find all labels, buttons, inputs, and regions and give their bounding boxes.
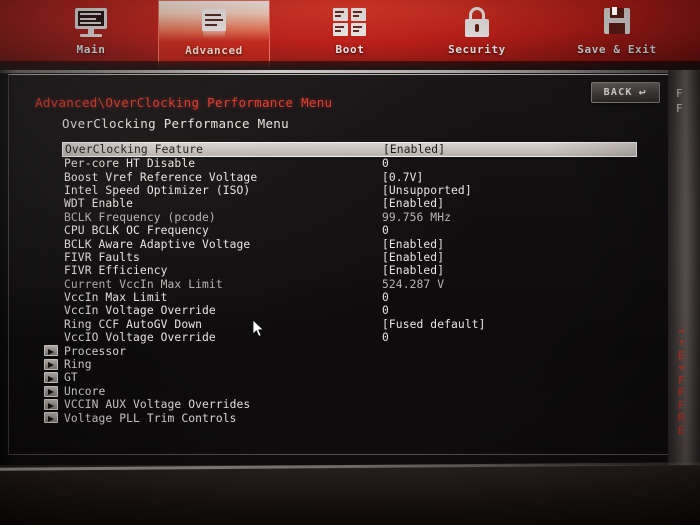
option-label: VCCIN AUX Voltage Overrides — [64, 398, 251, 412]
breadcrumb: Advanced\OverClocking Performance Menu — [35, 95, 333, 110]
monitor-bezel — [0, 465, 700, 525]
tiles-icon — [330, 6, 370, 40]
option-value[interactable]: [Enabled] — [382, 264, 444, 277]
option-list: OverClocking Feature [Enabled] Per-core HT… — [44, 142, 637, 425]
mouse-cursor — [253, 320, 265, 337]
option-label: BCLK Frequency (pcode) — [64, 210, 216, 224]
chipcard-icon — [194, 7, 234, 41]
option-value[interactable]: 0 — [382, 157, 389, 170]
option-value[interactable]: [Enabled] — [382, 238, 444, 251]
option-value[interactable]: [Fused default] — [382, 318, 486, 331]
tab-advanced[interactable]: Advanced — [158, 0, 270, 70]
option-row[interactable]: Ring CCF AutoGV Down [Fused default] — [62, 318, 637, 331]
bios-tab-bar: Main Advanced Boot Security Save & Exit — [0, 0, 700, 70]
tab-save-exit[interactable]: Save & Exit — [558, 0, 676, 70]
tab-main-label: Main — [76, 43, 106, 56]
option-label: Current VccIn Max Limit — [64, 277, 223, 291]
option-label: OverClocking Feature — [65, 143, 204, 156]
option-label: Boost Vref Reference Voltage — [64, 170, 258, 184]
submenu-row[interactable]: GT — [44, 371, 637, 385]
padlock-icon — [457, 6, 497, 40]
submenu-arrow-icon — [44, 358, 58, 370]
help-panel: F F → ↑ E + F F F R E — [668, 70, 700, 465]
option-value[interactable]: 0 — [382, 304, 389, 317]
option-row[interactable]: WDT Enable [Enabled] — [62, 197, 637, 210]
submenu-row[interactable]: Uncore — [44, 384, 637, 398]
option-value[interactable]: [Enabled] — [382, 197, 444, 210]
option-row[interactable]: Current VccIn Max Limit 524.287 V — [62, 278, 637, 291]
help-description: F F — [676, 87, 683, 115]
option-label: VccIn Voltage Override — [64, 304, 216, 318]
option-label: Ring CCF AutoGV Down — [64, 317, 203, 331]
tab-security-label: Security — [448, 43, 506, 56]
option-label: Uncore — [64, 384, 106, 398]
option-value[interactable]: 524.287 V — [382, 278, 444, 291]
option-row[interactable]: FIVR Faults [Enabled] — [62, 251, 637, 264]
floppy-icon — [597, 6, 637, 40]
option-value[interactable]: [0.7V] — [382, 171, 423, 184]
back-button[interactable]: BACK ↩ — [590, 82, 660, 103]
option-row[interactable]: VccIn Voltage Override 0 — [62, 304, 637, 317]
option-label: BCLK Aware Adaptive Voltage — [64, 237, 251, 251]
option-row[interactable]: CPU BCLK OC Frequency 0 — [62, 224, 637, 237]
option-value[interactable]: 99.756 MHz — [382, 211, 451, 224]
option-row[interactable]: Boost Vref Reference Voltage [0.7V] — [62, 170, 637, 184]
bios-screen: Advanced\OverClocking Performance Menu O… — [0, 70, 700, 465]
option-label: GT — [64, 371, 78, 385]
option-label: Per-core HT Disable — [64, 157, 196, 171]
option-row[interactable]: BCLK Aware Adaptive Voltage [Enabled] — [62, 237, 637, 251]
tab-security[interactable]: Security — [425, 0, 529, 70]
option-label: WDT Enable — [64, 197, 134, 211]
option-label: Processor — [64, 344, 127, 358]
option-row[interactable]: Per-core HT Disable 0 — [62, 157, 637, 170]
option-row[interactable]: BCLK Frequency (pcode) 99.756 MHz — [62, 211, 637, 224]
option-row[interactable]: OverClocking Feature [Enabled] — [62, 142, 637, 157]
option-label: VccIn Max Limit — [64, 291, 168, 305]
bios-photo: Main Advanced Boot Security Save & Exit … — [0, 0, 700, 525]
option-value[interactable]: [Enabled] — [383, 143, 445, 156]
screen-top-edge — [0, 70, 700, 73]
submenu-row[interactable]: Voltage PLL Trim Controls — [44, 411, 637, 425]
tab-advanced-label: Advanced — [185, 44, 243, 57]
option-value[interactable]: 0 — [382, 331, 389, 344]
option-label: CPU BCLK OC Frequency — [64, 224, 209, 238]
option-value[interactable]: [Unsupported] — [382, 184, 472, 197]
monitor-icon — [71, 6, 111, 40]
option-row[interactable]: Intel Speed Optimizer (ISO) [Unsupported] — [62, 184, 637, 197]
option-label: FIVR Faults — [64, 250, 140, 264]
tab-boot-label: Boot — [335, 43, 365, 56]
back-arrow-icon: ↩ — [638, 85, 647, 99]
submenu-row[interactable]: Processor — [44, 344, 637, 358]
option-value[interactable]: 0 — [382, 224, 389, 237]
option-row[interactable]: VccIn Max Limit 0 — [62, 291, 637, 304]
submenu-arrow-icon — [44, 385, 58, 397]
submenu-arrow-icon — [44, 399, 58, 411]
option-row[interactable]: FIVR Efficiency [Enabled] — [62, 264, 637, 277]
option-label: Intel Speed Optimizer (ISO) — [64, 183, 251, 197]
tab-boot[interactable]: Boot — [300, 0, 400, 70]
submenu-arrow-icon — [44, 412, 58, 424]
submenu-row[interactable]: VCCIN AUX Voltage Overrides — [44, 398, 637, 412]
option-value[interactable]: [Enabled] — [382, 251, 444, 264]
option-label: Ring — [64, 358, 92, 372]
page-title: OverClocking Performance Menu — [62, 116, 289, 131]
help-key-hints: → ↑ E + F F F R E — [678, 323, 685, 437]
option-label: VccIO Voltage Override — [64, 331, 216, 345]
tab-save-exit-label: Save & Exit — [577, 43, 657, 56]
back-button-label: BACK — [603, 86, 633, 98]
tab-main[interactable]: Main — [35, 0, 147, 70]
submenu-arrow-icon — [44, 372, 58, 384]
option-value[interactable]: 0 — [382, 291, 389, 304]
option-row[interactable]: VccIO Voltage Override 0 — [62, 331, 637, 344]
submenu-row[interactable]: Ring — [44, 358, 637, 372]
option-label: FIVR Efficiency — [64, 264, 168, 278]
submenu-arrow-icon — [44, 345, 58, 357]
option-label: Voltage PLL Trim Controls — [64, 411, 237, 425]
